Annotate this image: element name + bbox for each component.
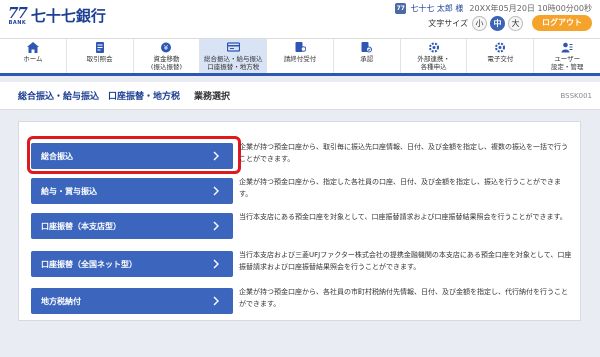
link-gear-icon bbox=[428, 42, 440, 53]
yen-transfer-icon: ¥ bbox=[160, 42, 172, 53]
font-size-large-button[interactable]: 大 bbox=[508, 15, 523, 31]
nav-label: 電子交付 bbox=[487, 55, 514, 63]
nav-label: 外部連携・ 各種申込 bbox=[417, 55, 450, 71]
svg-text:¥: ¥ bbox=[164, 44, 169, 52]
menu-button-label: 地方税納付 bbox=[41, 296, 81, 306]
screen-id: BSSK001 bbox=[560, 92, 592, 100]
account-transfer-national-button[interactable]: 口座振替（全国ネット型） bbox=[31, 251, 233, 277]
nav-label: ユーザー 設定・管理 bbox=[550, 55, 584, 71]
nav-item-electronic-delivery[interactable]: 電子交付 bbox=[467, 39, 535, 73]
user-name: 七十七 太郎 様 bbox=[410, 4, 464, 13]
menu-row-salary-transfer: 給与・賞与振込 企業が持つ預金口座から、指定した各社員の口座、日付、及び金額を指… bbox=[25, 175, 578, 207]
menu-row-account-transfer-national: 口座振替（全国ネット型） 当行本支店および三菱UFJファクター株式会社の提携金融… bbox=[25, 248, 578, 280]
local-tax-payment-button[interactable]: 地方税納付 bbox=[31, 288, 233, 314]
bulk-transfer-button[interactable]: 総合振込 bbox=[31, 143, 233, 169]
nav-label: 請終付受付 bbox=[283, 55, 317, 63]
salary-bonus-transfer-button[interactable]: 給与・賞与振込 bbox=[31, 178, 233, 204]
font-size-label: 文字サイズ bbox=[428, 18, 468, 28]
logo-mark: 77 BANK bbox=[8, 4, 28, 27]
menu-description: 企業が持つ預金口座から、指定した各社員の口座、日付、及び金額を指定し、振込を行う… bbox=[239, 178, 561, 198]
user-settings-icon bbox=[561, 42, 573, 53]
nav-item-bulk-transfer[interactable]: 総合振込・給与振込 口座振替・地方税 bbox=[200, 39, 268, 73]
account-transfer-branch-button[interactable]: 口座振替（本支店型） bbox=[31, 213, 233, 239]
logo-number: 77 bbox=[8, 4, 28, 22]
menu-button-label: 口座振替（本支店型） bbox=[41, 221, 121, 231]
chevron-right-icon bbox=[213, 186, 219, 196]
page-title: 総合振込・給与振込 口座振替・地方税 bbox=[18, 92, 181, 102]
font-size-small-button[interactable]: 小 bbox=[472, 15, 487, 31]
gear-document-icon bbox=[494, 42, 506, 53]
font-size-medium-button[interactable]: 中 bbox=[490, 15, 505, 31]
top-header: 77 BANK 七十七銀行 77 七十七 太郎 様 20XX年05月20日 10… bbox=[0, 0, 600, 38]
document-person-icon bbox=[295, 42, 306, 53]
chevron-right-icon bbox=[213, 296, 219, 306]
nav-item-home[interactable]: ホーム bbox=[0, 39, 67, 73]
menu-row-local-tax: 地方税納付 企業が持つ預金口座から、各社員の市町村税納付先情報、日付、及び金額を… bbox=[25, 285, 578, 317]
login-time: 20XX年05月20日 10時00分00秒 bbox=[469, 4, 592, 13]
menu-button-label: 口座振替（全国ネット型） bbox=[41, 259, 137, 269]
nav-item-user-settings[interactable]: ユーザー 設定・管理 bbox=[534, 39, 600, 73]
page-title-bar: 総合振込・給与振込 口座振替・地方税 業務選択 BSSK001 bbox=[0, 82, 600, 110]
card-transfer-icon bbox=[226, 42, 240, 53]
bank-name: 七十七銀行 bbox=[30, 7, 106, 25]
approval-stamp-icon bbox=[361, 42, 373, 53]
nav-label: 承認 bbox=[360, 55, 374, 63]
nav-label: ホーム bbox=[23, 55, 43, 63]
home-icon bbox=[26, 42, 39, 53]
chevron-right-icon bbox=[213, 151, 219, 161]
font-size-controls: 文字サイズ 小 中 大 ログアウト bbox=[428, 15, 592, 31]
menu-description: 当行本支店にある預金口座を対象として、口座振替請求および口座振替結果照会を行うこ… bbox=[239, 213, 567, 221]
menu-row-bulk-transfer: 総合振込 企業が持つ預金口座から、取引毎に振込先口座情報、日付、及び金額を指定し… bbox=[25, 140, 578, 172]
logout-button[interactable]: ログアウト bbox=[532, 15, 592, 31]
menu-button-label: 総合振込 bbox=[41, 151, 73, 161]
nav-item-approval[interactable]: 承認 bbox=[334, 39, 401, 73]
chevron-right-icon bbox=[213, 221, 219, 231]
nav-label: 総合振込・給与振込 口座振替・地方税 bbox=[203, 55, 263, 71]
nav-label: 資金移動 (振込振替) bbox=[150, 55, 182, 71]
nav-label: 取引照会 bbox=[86, 55, 113, 63]
page-subtitle: 業務選択 bbox=[194, 92, 231, 102]
menu-button-label: 給与・賞与振込 bbox=[41, 186, 97, 196]
logo-bank-text: BANK bbox=[8, 20, 27, 26]
chevron-right-icon bbox=[213, 259, 219, 269]
user-badge-icon: 77 bbox=[395, 3, 407, 14]
user-info: 77 七十七 太郎 様 20XX年05月20日 10時00分00秒 bbox=[395, 3, 592, 14]
nav-item-fund-transfer[interactable]: ¥ 資金移動 (振込振替) bbox=[134, 39, 201, 73]
menu-description: 企業が持つ預金口座から、取引毎に振込先口座情報、日付、及び金額を指定し、複数の振… bbox=[239, 143, 568, 163]
business-selection-panel: 総合振込 企業が持つ預金口座から、取引毎に振込先口座情報、日付、及び金額を指定し… bbox=[18, 121, 581, 321]
nav-item-request-reception[interactable]: 請終付受付 bbox=[267, 39, 334, 73]
nav-item-external-linkage[interactable]: 外部連携・ 各種申込 bbox=[401, 39, 468, 73]
menu-row-account-transfer-branch: 口座振替（本支店型） 当行本支店にある預金口座を対象として、口座振替請求および口… bbox=[25, 210, 578, 242]
bank-logo[interactable]: 77 BANK 七十七銀行 bbox=[8, 4, 106, 27]
nav-item-transaction-inquiry[interactable]: 取引照会 bbox=[67, 39, 134, 73]
main-navigation: ホーム 取引照会 ¥ 資金移動 (振込振替) 総合振込・給与振込 口座振替・地方… bbox=[0, 38, 600, 76]
menu-description: 企業が持つ預金口座から、各社員の市町村税納付先情報、日付、及び金額を指定し、代行… bbox=[239, 288, 568, 308]
menu-description: 当行本支店および三菱UFJファクター株式会社の提携金融機関の本支店にある預金口座… bbox=[239, 251, 572, 271]
document-list-icon bbox=[95, 42, 105, 53]
